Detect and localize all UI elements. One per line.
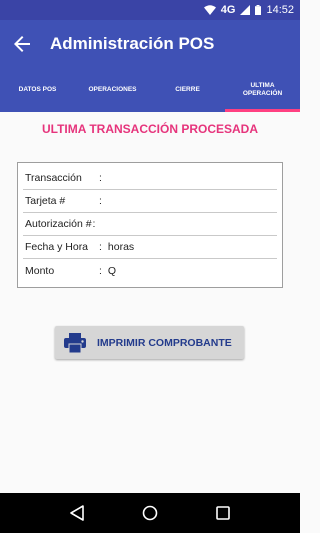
field-row-monto: Monto : Q (23, 259, 277, 282)
nav-recents-icon[interactable] (208, 498, 238, 528)
field-label: Autorización # (25, 218, 92, 230)
print-button-label: IMPRIMIR COMPROBANTE (97, 336, 232, 349)
tab-label: ULTIMA OPERACIÓN (242, 82, 283, 97)
arrow-back-icon[interactable] (0, 20, 44, 68)
status-bar: 4G 14:52 (0, 0, 300, 20)
nav-home-icon[interactable] (135, 498, 165, 528)
field-row-autorizacion: Autorización # : (23, 213, 277, 236)
screen: 4G 14:52 Administración POS DATOS POS OP… (0, 0, 300, 533)
field-separator: : (99, 195, 102, 207)
wifi-icon (203, 5, 216, 15)
field-row-tarjeta: Tarjeta # : (23, 190, 277, 213)
battery-icon (255, 5, 262, 15)
app-title: Administración POS (50, 34, 215, 53)
print-receipt-button[interactable]: IMPRIMIR COMPROBANTE (55, 326, 244, 359)
app-bar: Administración POS (0, 20, 300, 68)
field-label: Fecha y Hora (25, 241, 89, 253)
field-value: Q (107, 264, 117, 277)
signal-icon (240, 5, 251, 15)
navigation-bar (0, 493, 300, 533)
tab-label: DATOS POS (18, 86, 57, 93)
tab-cierre[interactable]: CIERRE (150, 68, 225, 112)
section-heading: ULTIMA TRANSACCIÓN PROCESADA (42, 122, 258, 136)
field-separator: : (99, 264, 102, 277)
field-label: Monto (25, 264, 55, 277)
tab-operaciones[interactable]: OPERACIONES (75, 68, 150, 112)
field-row-transaccion: Transacción : (23, 167, 277, 190)
printer-icon (63, 332, 87, 354)
tab-datos-pos[interactable]: DATOS POS (0, 68, 75, 112)
nav-back-icon[interactable] (62, 498, 92, 528)
tab-ultima-operacion[interactable]: ULTIMA OPERACIÓN (225, 68, 300, 112)
network-type: 4G (220, 4, 236, 16)
tab-bar: DATOS POS OPERACIONES CIERRE ULTIMA OPER… (0, 68, 300, 112)
field-separator: : (92, 218, 96, 230)
field-separator: : (99, 241, 102, 253)
transaction-details: Transacción : Tarjeta # : Autorización #… (17, 162, 283, 288)
tab-label: OPERACIONES (88, 86, 137, 93)
field-value: horas (107, 241, 135, 253)
field-label: Transacción (25, 172, 82, 184)
field-label: Tarjeta # (25, 195, 66, 207)
field-row-fecha-hora: Fecha y Hora : horas (23, 236, 277, 259)
tab-label: CIERRE (175, 86, 200, 93)
field-separator: : (99, 172, 102, 184)
clock: 14:52 (266, 4, 294, 16)
